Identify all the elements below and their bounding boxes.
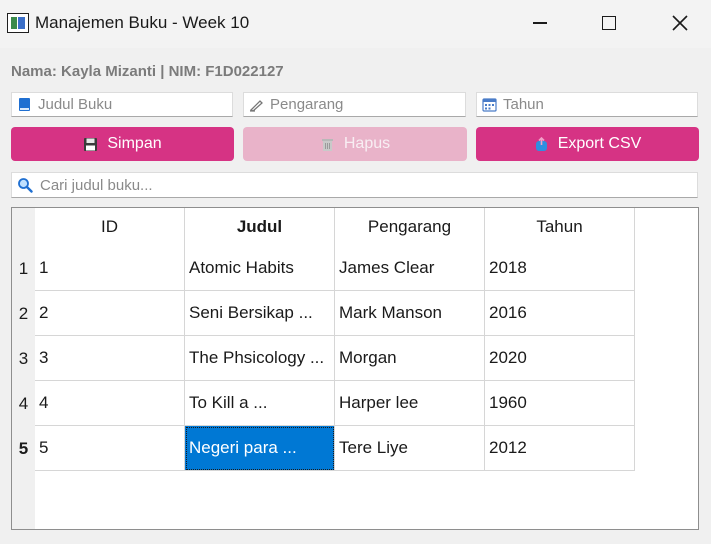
table-cell-tahun[interactable]: 1960 (485, 381, 635, 426)
floppy-disk-icon (83, 137, 98, 152)
table-cell-pengarang[interactable]: Harper lee (335, 381, 485, 426)
table-cell-judul[interactable]: Seni Bersikap ... (185, 291, 335, 336)
window-title: Manajemen Buku - Week 10 (35, 13, 250, 32)
table-cell-id[interactable]: 1 (35, 246, 185, 291)
app-icon (7, 13, 29, 33)
books-table[interactable]: ID Judul Pengarang Tahun 1 1 Atomic Habi… (11, 207, 699, 530)
maximize-button[interactable] (586, 0, 632, 46)
table-cell-judul-selected[interactable]: Negeri para ... (185, 426, 335, 471)
table-cell-pengarang[interactable]: James Clear (335, 246, 485, 291)
judul-buku-input[interactable]: Judul Buku (11, 92, 233, 117)
table-cell-judul[interactable]: The Phsicology ... (185, 336, 335, 381)
minimize-icon (533, 22, 547, 24)
table-cell-judul[interactable]: To Kill a ... (185, 381, 335, 426)
row-header[interactable]: 3 (12, 336, 35, 381)
table-cell-judul[interactable]: Atomic Habits (185, 246, 335, 291)
tahun-placeholder: Tahun (503, 96, 544, 113)
table-cell-id[interactable]: 4 (35, 381, 185, 426)
close-button[interactable] (657, 0, 703, 46)
trash-icon (320, 137, 335, 152)
column-header-judul[interactable]: Judul (185, 208, 335, 246)
table-cell-id[interactable]: 2 (35, 291, 185, 336)
judul-buku-placeholder: Judul Buku (38, 96, 113, 113)
row-header-selected[interactable]: 5 (12, 426, 35, 471)
table-cell-tahun[interactable]: 2020 (485, 336, 635, 381)
simpan-button[interactable]: Simpan (11, 127, 234, 161)
export-csv-button[interactable]: Export CSV (476, 127, 699, 161)
row-header[interactable]: 1 (12, 246, 35, 291)
table-cell-pengarang[interactable]: Morgan (335, 336, 485, 381)
export-csv-label: Export CSV (557, 135, 642, 152)
hapus-label: Hapus (343, 135, 391, 152)
magnifier-icon (17, 177, 33, 193)
pengarang-placeholder: Pengarang (270, 96, 344, 113)
book-icon (17, 97, 32, 112)
column-header-pengarang[interactable]: Pengarang (335, 208, 485, 246)
title-bar: Manajemen Buku - Week 10 (0, 0, 711, 48)
student-info-label: Nama: Kayla Mizanti | NIM: F1D022127 (11, 63, 284, 80)
search-placeholder: Cari judul buku... (40, 176, 153, 194)
tahun-input[interactable]: Tahun (476, 92, 698, 117)
table-cell-id[interactable]: 5 (35, 426, 185, 471)
close-icon (672, 15, 688, 31)
table-cell-tahun[interactable]: 2016 (485, 291, 635, 336)
maximize-icon (602, 16, 616, 30)
simpan-label: Simpan (107, 135, 162, 152)
table-cell-tahun[interactable]: 2012 (485, 426, 635, 471)
export-icon (534, 136, 549, 152)
table-cell-id[interactable]: 3 (35, 336, 185, 381)
writing-hand-icon (249, 97, 264, 112)
minimize-button[interactable] (517, 0, 563, 46)
row-header[interactable]: 2 (12, 291, 35, 336)
column-header-tahun[interactable]: Tahun (485, 208, 635, 246)
calendar-icon (482, 97, 497, 112)
row-header[interactable]: 4 (12, 381, 35, 426)
search-input[interactable]: Cari judul buku... (11, 172, 698, 198)
table-cell-pengarang[interactable]: Tere Liye (335, 426, 485, 471)
table-cell-pengarang[interactable]: Mark Manson (335, 291, 485, 336)
table-cell-tahun[interactable]: 2018 (485, 246, 635, 291)
hapus-button[interactable]: Hapus (243, 127, 467, 161)
pengarang-input[interactable]: Pengarang (243, 92, 466, 117)
table-corner[interactable] (12, 208, 35, 246)
column-header-id[interactable]: ID (35, 208, 185, 246)
